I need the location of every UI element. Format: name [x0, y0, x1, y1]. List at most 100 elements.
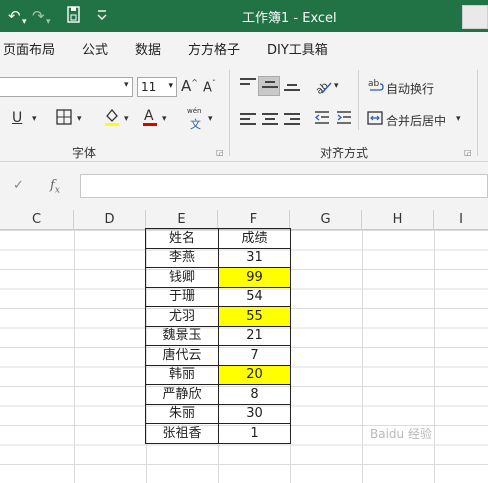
phonetic-dropdown-icon[interactable]: ▾ [208, 114, 213, 124]
orientation-dropdown-icon[interactable]: ▾ [334, 81, 339, 91]
align-right-icon[interactable] [284, 113, 300, 127]
customize-icon[interactable] [96, 6, 108, 26]
column-header-f[interactable]: F [218, 210, 290, 230]
font-name-box[interactable] [0, 77, 133, 97]
fill-color-icon[interactable] [103, 107, 121, 130]
name-cell[interactable]: 唐代云 [145, 345, 219, 366]
tab-diy-toolbox[interactable]: DIY工具箱 [267, 39, 328, 58]
font-color-icon[interactable]: A [141, 107, 159, 130]
font-size-dropdown-icon[interactable]: ▾ [168, 81, 173, 91]
wrap-text-button[interactable]: 自动换行 [386, 80, 434, 97]
column-header-i[interactable]: I [434, 210, 488, 230]
phonetic-top: wén [187, 107, 202, 115]
score-cell[interactable]: 31 [218, 247, 291, 268]
name-cell[interactable]: 韩丽 [145, 364, 219, 385]
redo-icon[interactable]: ↷ [32, 6, 45, 26]
font-size-value: 11 [141, 80, 157, 94]
name-cell[interactable]: 朱丽 [145, 403, 219, 424]
ribbon: ▾ 11 ▾ A^ Aˇ U ▾ ▾ ▾ A ▾ wén 文 ▾ 字体 ◲ ab… [0, 62, 488, 162]
table-row: 于珊 54 [145, 286, 291, 307]
score-cell[interactable]: 21 [218, 325, 291, 346]
score-cell[interactable]: 20 [218, 364, 291, 385]
window-title: 工作簿1 - Excel [242, 11, 337, 26]
table-row: 钱卿 99 [145, 267, 291, 288]
formula-bar: ✓ fx [0, 162, 488, 210]
enter-check-icon[interactable]: ✓ [13, 178, 24, 193]
merge-center-icon[interactable] [367, 110, 383, 129]
column-header-d[interactable]: D [74, 210, 146, 230]
tab-page-layout[interactable]: 页面布局 [3, 39, 55, 58]
align-divider [358, 70, 359, 130]
table-header-row: 姓名 成绩 [145, 228, 291, 249]
column-header-c[interactable]: C [0, 210, 74, 230]
title-bar: ↶ ▾ ↷ ▾ 工作簿1 - Excel [0, 0, 488, 32]
border-dropdown-icon[interactable]: ▾ [77, 114, 82, 124]
name-cell[interactable]: 严静欣 [145, 384, 219, 405]
column-header-e[interactable]: E [146, 210, 218, 230]
align-left-icon[interactable] [240, 113, 256, 127]
grid-line [74, 230, 75, 483]
undo-icon[interactable]: ↶ [8, 6, 21, 26]
orientation-icon[interactable]: ab [314, 77, 334, 98]
group-divider [229, 70, 230, 156]
insert-function-icon[interactable]: fx [50, 178, 60, 196]
header-score-cell[interactable]: 成绩 [218, 228, 291, 249]
column-header-h[interactable]: H [362, 210, 434, 230]
score-cell[interactable]: 7 [218, 345, 291, 366]
underline-button[interactable]: U [12, 110, 22, 126]
name-cell[interactable]: 张祖香 [145, 423, 219, 444]
border-icon[interactable] [56, 109, 72, 128]
table-row: 李燕 31 [145, 247, 291, 268]
name-cell[interactable]: 于珊 [145, 286, 219, 307]
middle-align-icon[interactable] [262, 81, 278, 95]
score-cell[interactable]: 30 [218, 403, 291, 424]
group-divider-2 [477, 70, 478, 156]
table-row: 张祖香 1 [145, 423, 291, 444]
font-color-dropdown-icon[interactable]: ▾ [162, 114, 167, 124]
shrink-font-icon[interactable]: Aˇ [203, 79, 216, 95]
decrease-indent-icon[interactable] [314, 110, 330, 129]
save-icon[interactable] [66, 6, 82, 29]
svg-text:A: A [144, 108, 154, 124]
merge-center-dropdown-icon[interactable]: ▾ [456, 114, 461, 124]
tab-data[interactable]: 数据 [135, 39, 161, 58]
fill-color-dropdown-icon[interactable]: ▾ [124, 114, 129, 124]
font-dialog-launcher-icon[interactable]: ◲ [216, 148, 224, 157]
name-cell[interactable]: 尤羽 [145, 306, 219, 327]
font-size-box[interactable]: 11 ▾ [137, 77, 177, 97]
phonetic-icon[interactable]: 文 [190, 116, 201, 132]
alignment-dialog-launcher-icon[interactable]: ◲ [464, 148, 472, 157]
tab-fangfang[interactable]: 方方格子 [188, 39, 240, 58]
bottom-align-icon[interactable] [284, 84, 300, 98]
merge-center-button[interactable]: 合并后居中 [386, 112, 446, 129]
wrap-text-icon[interactable]: ab [368, 77, 384, 96]
table-row: 魏景玉 21 [145, 325, 291, 346]
undo-dropdown-icon[interactable]: ▾ [22, 12, 27, 32]
account-area[interactable] [462, 5, 488, 29]
name-cell[interactable]: 钱卿 [145, 267, 219, 288]
score-cell[interactable]: 8 [218, 384, 291, 405]
score-cell[interactable]: 1 [218, 423, 291, 444]
score-cell[interactable]: 55 [218, 306, 291, 327]
column-header-g[interactable]: G [290, 210, 362, 230]
align-center-icon[interactable] [262, 113, 278, 127]
grow-font-icon[interactable]: A^ [181, 77, 198, 95]
name-cell[interactable]: 李燕 [145, 247, 219, 268]
table-row: 朱丽 30 [145, 403, 291, 424]
score-cell[interactable]: 54 [218, 286, 291, 307]
header-name-cell[interactable]: 姓名 [145, 228, 219, 249]
font-name-dropdown-icon[interactable]: ▾ [124, 80, 129, 90]
score-table: 姓名 成绩 李燕 31 钱卿 99 于珊 54 尤羽 55 魏景玉 21 唐代云 7 韩丽 20 严静欣 8 朱… [145, 228, 291, 444]
formula-input[interactable] [80, 174, 488, 198]
score-cell[interactable]: 99 [218, 267, 291, 288]
table-row: 韩丽 20 [145, 364, 291, 385]
underline-dropdown-icon[interactable]: ▾ [32, 114, 37, 124]
watermark: Baidu 经验 [370, 427, 432, 441]
tab-formulas[interactable]: 公式 [82, 39, 108, 58]
table-row: 严静欣 8 [145, 384, 291, 405]
redo-dropdown-icon[interactable]: ▾ [46, 12, 51, 32]
top-align-icon[interactable] [240, 78, 256, 92]
increase-indent-icon[interactable] [336, 110, 352, 129]
alignment-group-label: 对齐方式 [320, 146, 369, 160]
name-cell[interactable]: 魏景玉 [145, 325, 219, 346]
